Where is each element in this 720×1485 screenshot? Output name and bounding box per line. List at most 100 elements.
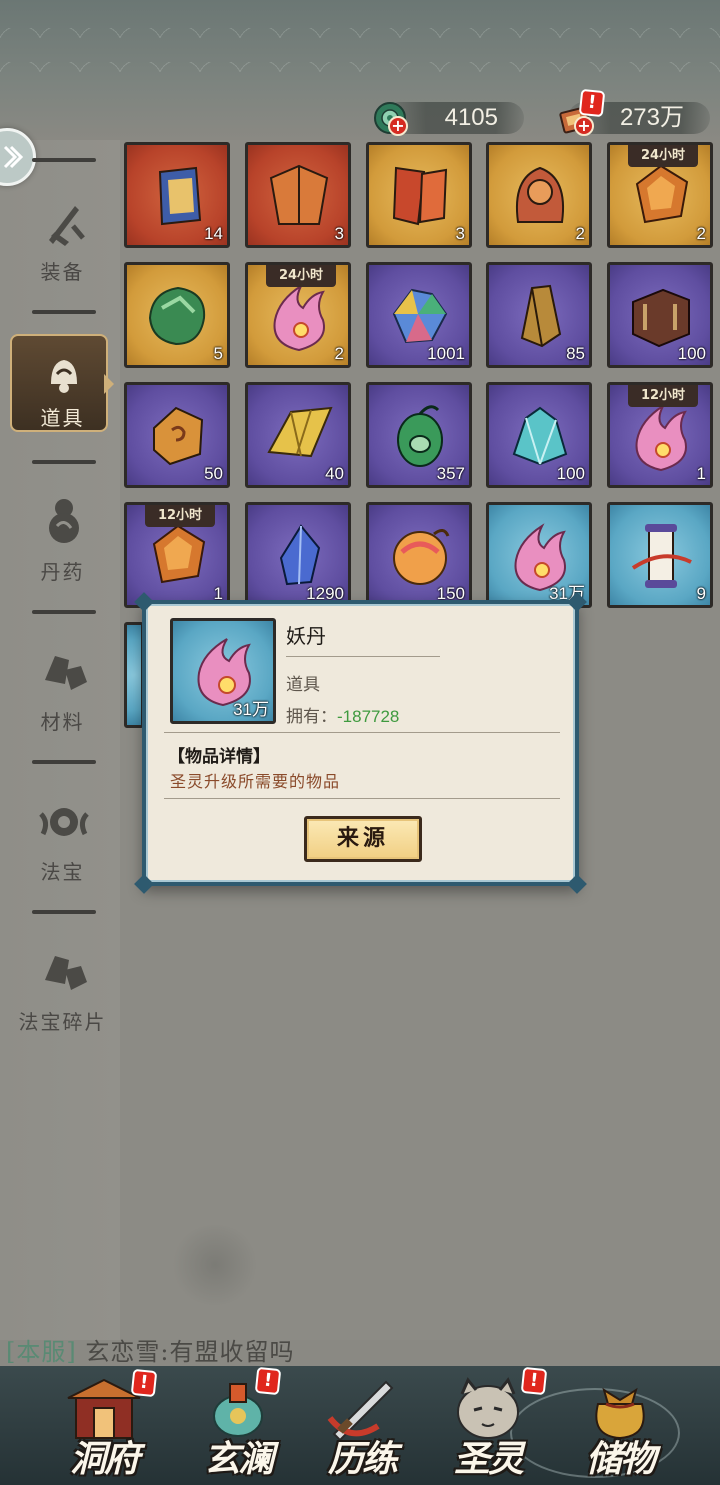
sidebar-item-label: 法宝 — [40, 860, 85, 884]
inventory-slot[interactable]: 14 — [124, 142, 230, 248]
sidebar-item-label: 材料 — [40, 710, 85, 734]
sidebar-divider — [32, 910, 96, 914]
inventory-slot[interactable]: 24小时 2 — [607, 142, 713, 248]
sidebar-item-equipment[interactable]: 装备 — [0, 158, 120, 284]
gold-crystal-icon — [267, 406, 333, 458]
nav-label: 历练 — [327, 1438, 398, 1480]
item-count: 85 — [566, 344, 585, 363]
sidebar-item-label: 法宝碎片 — [18, 1010, 107, 1034]
crystal-pillar-icon — [520, 284, 562, 348]
sidebar-divider — [32, 760, 96, 764]
alert-icon: ! — [130, 1368, 158, 1398]
nav-holy-spirit[interactable]: 圣灵 ! — [428, 1366, 548, 1482]
nav-label: 圣灵 — [453, 1438, 524, 1480]
nav-training[interactable]: 历练 — [302, 1370, 422, 1482]
wave-pattern — [0, 62, 720, 72]
item-count: 100 — [556, 464, 585, 483]
inventory-slot[interactable]: 357 — [366, 382, 472, 488]
inventory-slot[interactable]: 150 — [366, 502, 472, 608]
inventory-slot[interactable]: 1001 — [366, 262, 472, 368]
inventory-slot[interactable]: 12小时 1 — [124, 502, 230, 608]
wood-block-icon — [632, 288, 690, 348]
owned-label: 拥有： — [286, 707, 337, 727]
nav-xuanlan[interactable]: 玄澜 ! — [178, 1366, 298, 1482]
owned-value: -187728 — [337, 707, 400, 726]
nav-label: 储物 — [585, 1438, 656, 1480]
popup-item-count: 31万 — [233, 700, 269, 719]
inventory-slot[interactable]: 100 — [607, 262, 713, 368]
item-detail-popup: 31万 妖丹 道具 拥有：-187728 【物品详情】 圣灵升级所需要的物品 来… — [134, 592, 587, 894]
inventory-slot[interactable]: 3 — [245, 142, 351, 248]
item-count: 2 — [696, 224, 706, 243]
flame-orb-icon — [635, 403, 687, 472]
spiral-stone-icon — [153, 406, 204, 466]
add-jade-icon[interactable]: + — [388, 116, 408, 136]
ink-smudge — [170, 1225, 260, 1305]
inventory-slot[interactable]: 85 — [486, 262, 592, 368]
sidebar-divider — [32, 460, 96, 464]
sidebar-divider — [32, 310, 96, 314]
ore-icon — [35, 640, 93, 698]
inventory-slot-partial[interactable] — [124, 622, 144, 728]
popup-detail-text: 圣灵升级所需要的物品 — [170, 772, 341, 791]
nav-cave-dwelling[interactable]: 洞府 ! — [44, 1368, 164, 1482]
nav-label: 洞府 — [69, 1438, 140, 1480]
rainbow-crystal-icon — [392, 288, 448, 344]
token-currency-value: 273万 — [619, 104, 684, 131]
popup-item-owned: 拥有：-187728 — [286, 702, 399, 727]
chat-text: 玄恋雪:有盟收留吗 — [85, 1338, 295, 1366]
flame-orb-icon — [273, 283, 325, 352]
fragment-icon — [35, 940, 93, 998]
nav-storage[interactable]: 储物 — [560, 1370, 680, 1482]
sidebar-item-pills[interactable]: 丹药 — [0, 460, 120, 584]
inventory-slot[interactable]: 50 — [124, 382, 230, 488]
inventory-slot[interactable]: 12小时 1 — [607, 382, 713, 488]
bell-icon — [35, 344, 93, 402]
armor-piece-icon — [158, 166, 202, 226]
timer-badge: 12小时 — [145, 505, 215, 527]
item-count: 3 — [334, 224, 344, 243]
relic-icon — [516, 166, 564, 223]
blue-gem-icon — [279, 524, 321, 586]
timer-badge: 12小时 — [628, 385, 698, 407]
inventory-slot[interactable]: 24小时 2 — [245, 262, 351, 368]
item-count: 14 — [204, 224, 223, 243]
jade-coin-icon[interactable]: + — [370, 98, 410, 138]
inventory-slot[interactable]: 5 — [124, 262, 230, 368]
inventory-slot[interactable]: 9 — [607, 502, 713, 608]
talisman-icon — [35, 792, 93, 850]
inventory-slot[interactable]: 2 — [486, 142, 592, 248]
inventory-slot[interactable]: 3 — [366, 142, 472, 248]
jade-ore-icon — [148, 286, 206, 346]
item-count: 2 — [575, 224, 585, 243]
nav-label: 玄澜 — [203, 1438, 274, 1480]
sidebar-item-treasure[interactable]: 法宝 — [0, 760, 120, 884]
sidebar-divider — [32, 158, 96, 162]
item-count: 50 — [204, 464, 223, 483]
sidebar-divider — [32, 610, 96, 614]
wave-pattern — [0, 28, 720, 38]
jade-pendant-icon — [397, 405, 443, 467]
source-button[interactable]: 来源 — [304, 816, 422, 862]
popup-divider — [286, 656, 440, 657]
inventory-slot[interactable]: 1290 — [245, 502, 351, 608]
inventory-slot[interactable]: 100 — [486, 382, 592, 488]
sidebar-item-props[interactable]: 道具 — [0, 310, 120, 430]
item-count: 40 — [325, 464, 344, 483]
timer-badge: 24小时 — [628, 145, 698, 167]
popup-item-type: 道具 — [286, 675, 320, 695]
inventory-slot[interactable]: 40 — [245, 382, 351, 488]
chat-message[interactable]: [本服] 玄恋雪:有盟收留吗 — [6, 1332, 294, 1367]
sidebar-item-materials[interactable]: 材料 — [0, 610, 120, 734]
item-count: 357 — [436, 464, 465, 483]
item-count: 3 — [455, 224, 465, 243]
sidebar-item-fragments[interactable]: 法宝碎片 — [0, 910, 120, 1034]
chat-channel: [本服] — [6, 1338, 77, 1366]
item-count: 5 — [213, 344, 223, 363]
item-count: 2 — [334, 344, 344, 363]
item-count: 100 — [677, 344, 706, 363]
popup-divider — [164, 732, 560, 733]
item-count: 1001 — [427, 344, 465, 363]
token-alert-icon: ! — [578, 88, 606, 118]
add-token-icon[interactable]: + — [574, 116, 594, 136]
